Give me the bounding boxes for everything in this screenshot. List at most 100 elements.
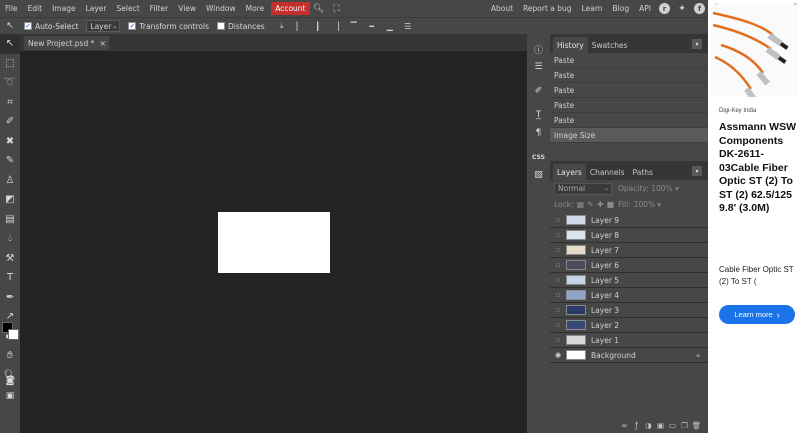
screen-mode-icon[interactable]: ▣ bbox=[0, 388, 20, 403]
marquee-tool-icon[interactable]: ⬚ bbox=[0, 54, 20, 74]
delete-icon[interactable]: 🗑︎ bbox=[691, 421, 702, 430]
menu-image[interactable]: Image bbox=[47, 4, 81, 13]
stamp-tool-icon[interactable]: ♙ bbox=[0, 171, 20, 191]
reddit-icon[interactable]: r bbox=[659, 3, 670, 14]
list-item[interactable]: Paste bbox=[550, 53, 708, 68]
properties-icon[interactable]: ☰ bbox=[527, 58, 550, 76]
link-icon[interactable]: ∞ bbox=[619, 421, 630, 430]
layer-row[interactable]: ▫ Layer 3 bbox=[550, 303, 708, 318]
tab-paths[interactable]: Paths bbox=[629, 164, 657, 180]
background-color-swatch[interactable] bbox=[8, 329, 19, 340]
folder-icon[interactable]: ▭ bbox=[667, 421, 678, 430]
transform-controls-checkbox[interactable]: ✓ Transform controls bbox=[128, 22, 209, 31]
layer-row[interactable]: ◉ Background 🔒︎ bbox=[550, 348, 708, 363]
brush-tool-icon[interactable]: ✎ bbox=[0, 151, 20, 171]
visibility-off-icon[interactable]: ▫ bbox=[552, 273, 564, 288]
new-layer-icon[interactable]: ❐ bbox=[679, 421, 690, 430]
panel-menu-icon[interactable]: ▾ bbox=[692, 39, 702, 49]
quick-mask-icon[interactable]: ◙ bbox=[0, 373, 20, 388]
menu-view[interactable]: View bbox=[173, 4, 201, 13]
visibility-off-icon[interactable]: ▫ bbox=[552, 318, 564, 333]
align-left-icon[interactable]: ▏ bbox=[295, 21, 305, 31]
close-icon[interactable]: × bbox=[99, 39, 106, 48]
menu-window[interactable]: Window bbox=[201, 4, 241, 13]
lock-all-icon[interactable]: ■ bbox=[607, 200, 615, 209]
menu-file[interactable]: File bbox=[0, 4, 23, 13]
dodge-tool-icon[interactable]: ⚒ bbox=[0, 249, 20, 269]
auto-select-checkbox[interactable]: ✓ Auto-Select bbox=[24, 22, 78, 31]
distribute-icon[interactable]: ☰ bbox=[403, 21, 413, 31]
menu-more[interactable]: More bbox=[241, 4, 270, 13]
gradient-tool-icon[interactable]: ▤ bbox=[0, 210, 20, 230]
eye-icon[interactable]: ◉ bbox=[552, 348, 564, 363]
hand-tool-icon[interactable]: ✋︎ bbox=[0, 346, 20, 366]
adjustment-icon[interactable]: ◑ bbox=[643, 421, 654, 430]
blur-tool-icon[interactable]: 💧︎ bbox=[0, 229, 20, 249]
distances-checkbox[interactable]: Distances bbox=[217, 22, 265, 31]
lock-position-icon[interactable]: ✚ bbox=[597, 200, 604, 209]
visibility-off-icon[interactable]: ▫ bbox=[552, 333, 564, 348]
lock-transparency-icon[interactable]: ▦ bbox=[577, 200, 585, 209]
align-center-icon[interactable]: ┃ bbox=[313, 21, 323, 31]
layer-row[interactable]: ▫ Layer 6 bbox=[550, 258, 708, 273]
layer-row[interactable]: ▫ Layer 9 bbox=[550, 213, 708, 228]
link-report-bug[interactable]: Report a bug bbox=[518, 4, 577, 13]
link-blog[interactable]: Blog bbox=[608, 4, 635, 13]
fill-value[interactable]: 100% bbox=[634, 200, 655, 209]
visibility-off-icon[interactable]: ▫ bbox=[552, 288, 564, 303]
tab-channels[interactable]: Channels bbox=[586, 164, 629, 180]
visibility-off-icon[interactable]: ▫ bbox=[552, 228, 564, 243]
advertisement[interactable]: ▷ ✕ Digi-Key India Assmann WSW Component… bbox=[708, 0, 800, 433]
layer-row[interactable]: ▫ Layer 4 bbox=[550, 288, 708, 303]
account-button[interactable]: Account bbox=[271, 2, 310, 15]
layer-row[interactable]: ▫ Layer 7 bbox=[550, 243, 708, 258]
align-middle-icon[interactable]: ━ bbox=[367, 21, 377, 31]
lock-pixels-icon[interactable]: ✎ bbox=[587, 200, 594, 209]
healing-tool-icon[interactable]: ✖ bbox=[0, 132, 20, 152]
opacity-control[interactable]: Opacity: 100% ▾ bbox=[618, 184, 679, 193]
canvas-workspace[interactable] bbox=[20, 51, 527, 433]
list-item[interactable]: Paste bbox=[550, 83, 708, 98]
move-tool-options-icon[interactable]: ↖ bbox=[0, 18, 20, 35]
visibility-off-icon[interactable]: ▫ bbox=[552, 258, 564, 273]
learn-more-button[interactable]: Learn more › bbox=[719, 305, 795, 324]
paragraph-icon[interactable]: ¶ bbox=[527, 124, 550, 142]
eyedropper-tool-icon[interactable]: ✐ bbox=[0, 112, 20, 132]
visibility-off-icon[interactable]: ▫ bbox=[552, 243, 564, 258]
list-item[interactable]: Paste bbox=[550, 113, 708, 128]
align-bottom-icon[interactable]: ▁ bbox=[385, 21, 395, 31]
fullscreen-icon[interactable]: ⛶ bbox=[331, 3, 343, 15]
menu-edit[interactable]: Edit bbox=[23, 4, 48, 13]
document-tab[interactable]: New Project.psd * × bbox=[24, 36, 109, 50]
info-icon[interactable]: ⓘ bbox=[527, 40, 550, 58]
panel-menu-icon[interactable]: ▾ bbox=[692, 166, 702, 176]
visibility-off-icon[interactable]: ▫ bbox=[552, 213, 564, 228]
crop-tool-icon[interactable]: ⌗ bbox=[0, 93, 20, 113]
effects-icon[interactable]: ƒ bbox=[631, 421, 642, 430]
link-api[interactable]: API bbox=[634, 4, 656, 13]
list-item[interactable]: Image Size bbox=[550, 128, 708, 143]
align-top-icon[interactable]: ▔ bbox=[349, 21, 359, 31]
layer-row[interactable]: ▫ Layer 1 bbox=[550, 333, 708, 348]
lasso-tool-icon[interactable]: ➰ bbox=[0, 73, 20, 93]
move-tool-icon[interactable]: ↖ bbox=[0, 34, 20, 54]
menu-layer[interactable]: Layer bbox=[81, 4, 112, 13]
layer-row[interactable]: ▫ Layer 5 bbox=[550, 273, 708, 288]
tab-layers[interactable]: Layers bbox=[553, 164, 586, 180]
pen-tool-icon[interactable]: ✒ bbox=[0, 288, 20, 308]
type-tool-icon[interactable]: T bbox=[0, 268, 20, 288]
mask-icon[interactable]: ▣ bbox=[655, 421, 666, 430]
tab-swatches[interactable]: Swatches bbox=[588, 37, 632, 53]
layer-row[interactable]: ▫ Layer 8 bbox=[550, 228, 708, 243]
auto-select-dropdown[interactable]: Layer ⌄ bbox=[86, 20, 121, 32]
css-icon[interactable]: CSS bbox=[527, 148, 550, 166]
document-canvas[interactable] bbox=[218, 212, 330, 273]
download-icon[interactable]: ⤓ bbox=[277, 21, 287, 31]
menu-filter[interactable]: Filter bbox=[145, 4, 174, 13]
image-panel-icon[interactable]: ▧ bbox=[527, 166, 550, 184]
tab-history[interactable]: History bbox=[553, 37, 588, 53]
facebook-icon[interactable]: f bbox=[694, 3, 705, 14]
align-right-icon[interactable]: ▕ bbox=[331, 21, 341, 31]
ad-title[interactable]: Assmann WSW Components DK-2611-03Cable F… bbox=[719, 121, 799, 216]
layer-row[interactable]: ▫ Layer 2 bbox=[550, 318, 708, 333]
